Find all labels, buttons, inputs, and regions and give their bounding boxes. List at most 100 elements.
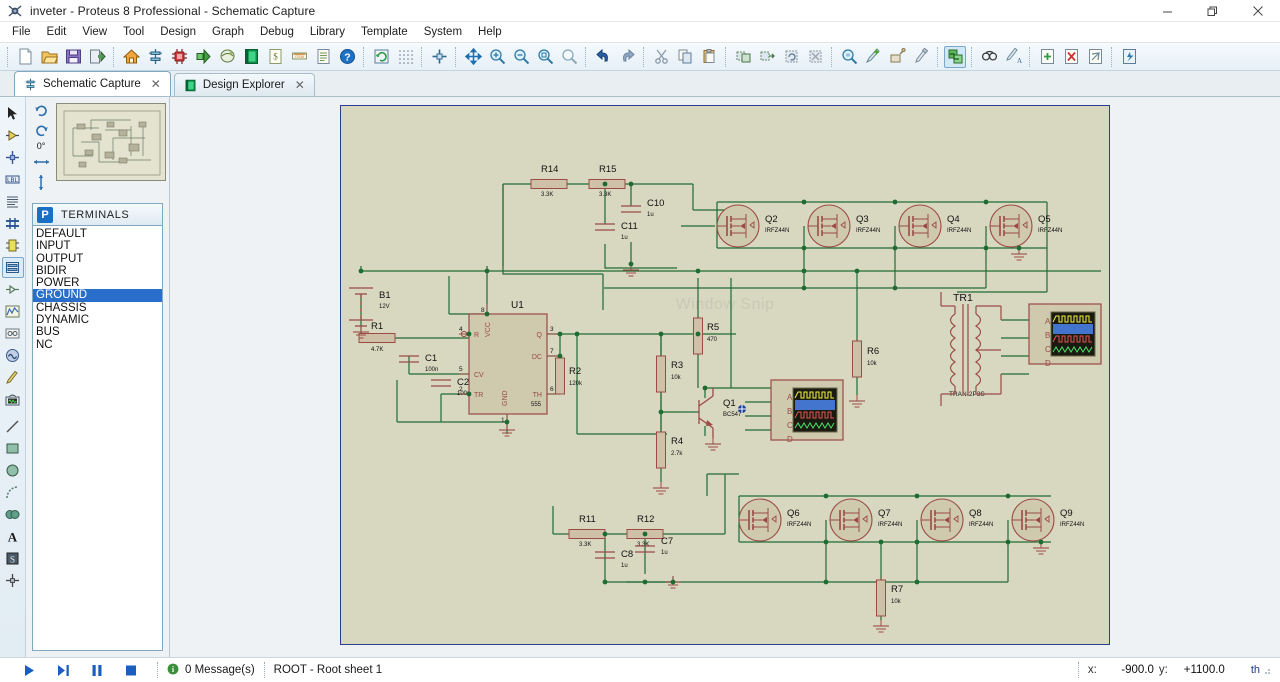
text-script-icon[interactable] [2, 191, 24, 212]
make-device-icon[interactable] [862, 46, 884, 68]
selection-mode-icon[interactable] [2, 103, 24, 124]
minimize-button[interactable] [1145, 0, 1190, 22]
menu-library[interactable]: Library [302, 23, 353, 41]
zoom-sheet-icon[interactable] [558, 46, 580, 68]
graph-mode-icon[interactable] [2, 301, 24, 322]
mirror-vertical-icon[interactable] [31, 173, 51, 191]
box-tool-icon[interactable] [2, 438, 24, 459]
circle-tool-icon[interactable] [2, 460, 24, 481]
generator-mode-icon[interactable] [2, 345, 24, 366]
tab-schematic-capture[interactable]: Schematic Capture ✕ [14, 71, 171, 96]
list-item[interactable]: NC [33, 339, 162, 351]
document-icon[interactable] [312, 46, 334, 68]
mirror-horizontal-icon[interactable] [31, 153, 51, 171]
schematic-capture-icon[interactable] [144, 46, 166, 68]
tab-design-explorer[interactable]: Design Explorer ✕ [173, 73, 315, 96]
report-icon[interactable]: OSM [288, 46, 310, 68]
search-tag-icon[interactable] [978, 46, 1000, 68]
marker-tool-icon[interactable] [2, 570, 24, 591]
device-pins-icon[interactable] [2, 279, 24, 300]
close-button[interactable] [1235, 0, 1280, 22]
pause-icon[interactable] [80, 659, 114, 681]
rotate-counterclockwise-icon[interactable] [31, 121, 51, 139]
zoom-out-icon[interactable] [510, 46, 532, 68]
buses-icon[interactable] [2, 213, 24, 234]
list-item[interactable]: BUS [33, 326, 162, 338]
list-item[interactable]: OUTPUT [33, 253, 162, 265]
rotate-clockwise-icon[interactable] [31, 101, 51, 119]
menu-help[interactable]: Help [470, 23, 510, 41]
menu-file[interactable]: File [4, 23, 39, 41]
arc-tool-icon[interactable] [2, 482, 24, 503]
block-rotate-icon[interactable] [780, 46, 802, 68]
probe-mode-icon[interactable] [2, 367, 24, 388]
list-item[interactable]: POWER [33, 277, 162, 289]
block-delete-icon[interactable] [804, 46, 826, 68]
subcircuit-icon[interactable] [2, 235, 24, 256]
maximize-restore-button[interactable] [1190, 0, 1235, 22]
pcb-layout-icon[interactable] [168, 46, 190, 68]
tape-recorder-icon[interactable] [2, 323, 24, 344]
menu-graph[interactable]: Graph [204, 23, 252, 41]
help-icon[interactable]: ? [336, 46, 358, 68]
paste-icon[interactable] [698, 46, 720, 68]
menu-edit[interactable]: Edit [39, 23, 75, 41]
virtual-instruments-icon[interactable] [2, 389, 24, 410]
home-icon[interactable] [120, 46, 142, 68]
stop-icon[interactable] [114, 659, 148, 681]
sheet-overview-panel[interactable]: ⬇ [56, 103, 166, 181]
terminals-mode-icon[interactable] [1, 257, 24, 278]
new-project-icon[interactable] [14, 46, 36, 68]
list-item[interactable]: DYNAMIC [33, 314, 162, 326]
line-tool-icon[interactable] [2, 416, 24, 437]
redo-icon[interactable] [616, 46, 638, 68]
open-project-icon[interactable] [38, 46, 60, 68]
component-mode-icon[interactable] [2, 125, 24, 146]
menu-debug[interactable]: Debug [252, 23, 302, 41]
list-item[interactable]: INPUT [33, 240, 162, 252]
list-item[interactable]: DEFAULT [33, 228, 162, 240]
terminals-list[interactable]: DEFAULT INPUT OUTPUT BIDIR POWER GROUND … [32, 225, 163, 651]
property-assignment-icon[interactable]: A [1002, 46, 1024, 68]
bill-of-materials-icon[interactable]: $ [264, 46, 286, 68]
wire-autorouter-icon[interactable] [944, 45, 966, 68]
zoom-in-icon[interactable] [486, 46, 508, 68]
play-icon[interactable] [12, 659, 46, 681]
import-export-icon[interactable] [86, 46, 108, 68]
menu-template[interactable]: Template [353, 23, 416, 41]
toggle-grid-icon[interactable] [394, 46, 416, 68]
pick-device-icon[interactable] [838, 46, 860, 68]
menu-design[interactable]: Design [152, 23, 204, 41]
source-code-icon[interactable] [216, 46, 238, 68]
undo-icon[interactable] [592, 46, 614, 68]
symbol-tool-icon[interactable]: S [2, 548, 24, 569]
block-copy-icon[interactable] [732, 46, 754, 68]
menu-system[interactable]: System [416, 23, 470, 41]
zoom-area-icon[interactable] [534, 46, 556, 68]
design-explorer-icon[interactable] [240, 46, 262, 68]
list-item[interactable]: BIDIR [33, 265, 162, 277]
tab-close-icon[interactable]: ✕ [295, 78, 305, 92]
wire-label-icon[interactable]: LBL [2, 169, 24, 190]
junction-dot-icon[interactable] [2, 147, 24, 168]
copy-icon[interactable] [674, 46, 696, 68]
step-icon[interactable] [46, 659, 80, 681]
menu-tool[interactable]: Tool [115, 23, 152, 41]
message-count[interactable]: i 0 Message(s) [167, 663, 255, 678]
pan-icon[interactable] [462, 46, 484, 68]
remove-sheet-icon[interactable] [1060, 46, 1082, 68]
path-tool-icon[interactable] [2, 504, 24, 525]
menu-view[interactable]: View [74, 23, 115, 41]
schematic-sheet[interactable]: Window Snip R14 3.3K R15 3.3K R1 4.7K R2… [340, 105, 1110, 645]
3d-visualizer-icon[interactable] [192, 46, 214, 68]
exit-sheet-icon[interactable] [1084, 46, 1106, 68]
origin-icon[interactable] [428, 46, 450, 68]
list-item[interactable]: CHASSIS [33, 302, 162, 314]
decompose-icon[interactable] [910, 46, 932, 68]
refresh-icon[interactable] [370, 46, 392, 68]
list-item-selected[interactable]: GROUND [33, 289, 162, 302]
save-project-icon[interactable] [62, 46, 84, 68]
tab-close-icon[interactable]: ✕ [151, 77, 161, 91]
block-move-icon[interactable] [756, 46, 778, 68]
cut-icon[interactable] [650, 46, 672, 68]
